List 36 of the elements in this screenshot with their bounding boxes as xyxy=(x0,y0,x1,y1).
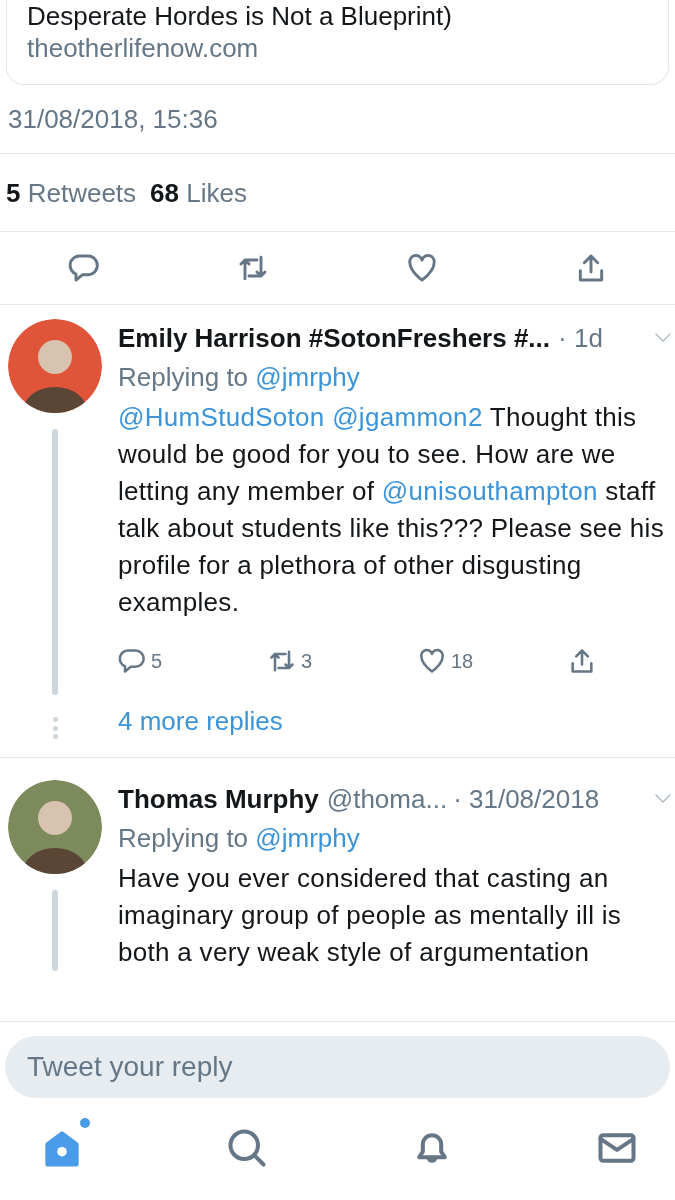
user-name: Emily Harrison #SotonFreshers #... xyxy=(118,322,551,355)
more-dots-icon xyxy=(52,717,58,739)
search-icon xyxy=(225,1126,269,1170)
like-button[interactable]: 18 xyxy=(418,647,568,675)
replying-to-text: Replying to @jmrphy xyxy=(118,361,361,394)
tweet-time: · 1d xyxy=(558,322,603,355)
reply-field[interactable]: Tweet your reply xyxy=(5,1036,670,1098)
mention-link[interactable]: @HumStudSoton xyxy=(118,402,325,432)
reply-button[interactable] xyxy=(68,252,101,284)
heart-icon xyxy=(418,647,446,675)
reply-icon xyxy=(68,252,101,284)
tweet-text: @HumStudSoton @jgammon2 Thought this would be good for you to see. How are we letting any member of @unisouthampton staff talk about students like this??? Please see his profile for a plethora of other disgusting examples. xyxy=(118,401,665,619)
heart-icon xyxy=(405,252,438,284)
mention-link[interactable]: @unisouthampton xyxy=(381,476,598,506)
mention-link[interactable]: @jgammon2 xyxy=(332,402,483,432)
reply-button[interactable]: 5 xyxy=(118,647,268,675)
timestamp: 31/08/2018, 15:36 xyxy=(0,85,675,154)
tweet-text: Have you ever considered that casting an imaginary group of people as mentally ill is both a very weak style of argumentation xyxy=(118,862,623,969)
reply-icon xyxy=(118,647,146,675)
link-card[interactable]: Desperate Hordes is Not a Blueprint) theotherlifenow.com xyxy=(6,0,669,85)
stat-link[interactable]: 5 Retweets xyxy=(6,173,137,213)
stat-link[interactable]: 68 Likes xyxy=(150,173,247,213)
retweet-button[interactable]: 3 xyxy=(268,647,418,675)
share-icon xyxy=(568,647,596,675)
user-handle: @thoma... xyxy=(326,783,448,816)
replying-to-text: Replying to @jmrphy xyxy=(118,822,361,855)
user-name: Thomas Murphy xyxy=(118,783,319,816)
avatar[interactable] xyxy=(8,319,102,413)
mention-link[interactable]: @jmrphy xyxy=(255,823,360,853)
like-button[interactable] xyxy=(405,252,438,284)
link-domain: theotherlifenow.com xyxy=(27,32,260,64)
link-title: Desperate Hordes is Not a Blueprint) xyxy=(27,0,453,32)
tweet-time: · 31/08/2018 xyxy=(453,783,600,816)
mention-link[interactable]: @jmrphy xyxy=(255,362,360,392)
more-replies-link[interactable]: 4 more replies xyxy=(118,701,671,741)
avatar[interactable] xyxy=(8,780,102,874)
